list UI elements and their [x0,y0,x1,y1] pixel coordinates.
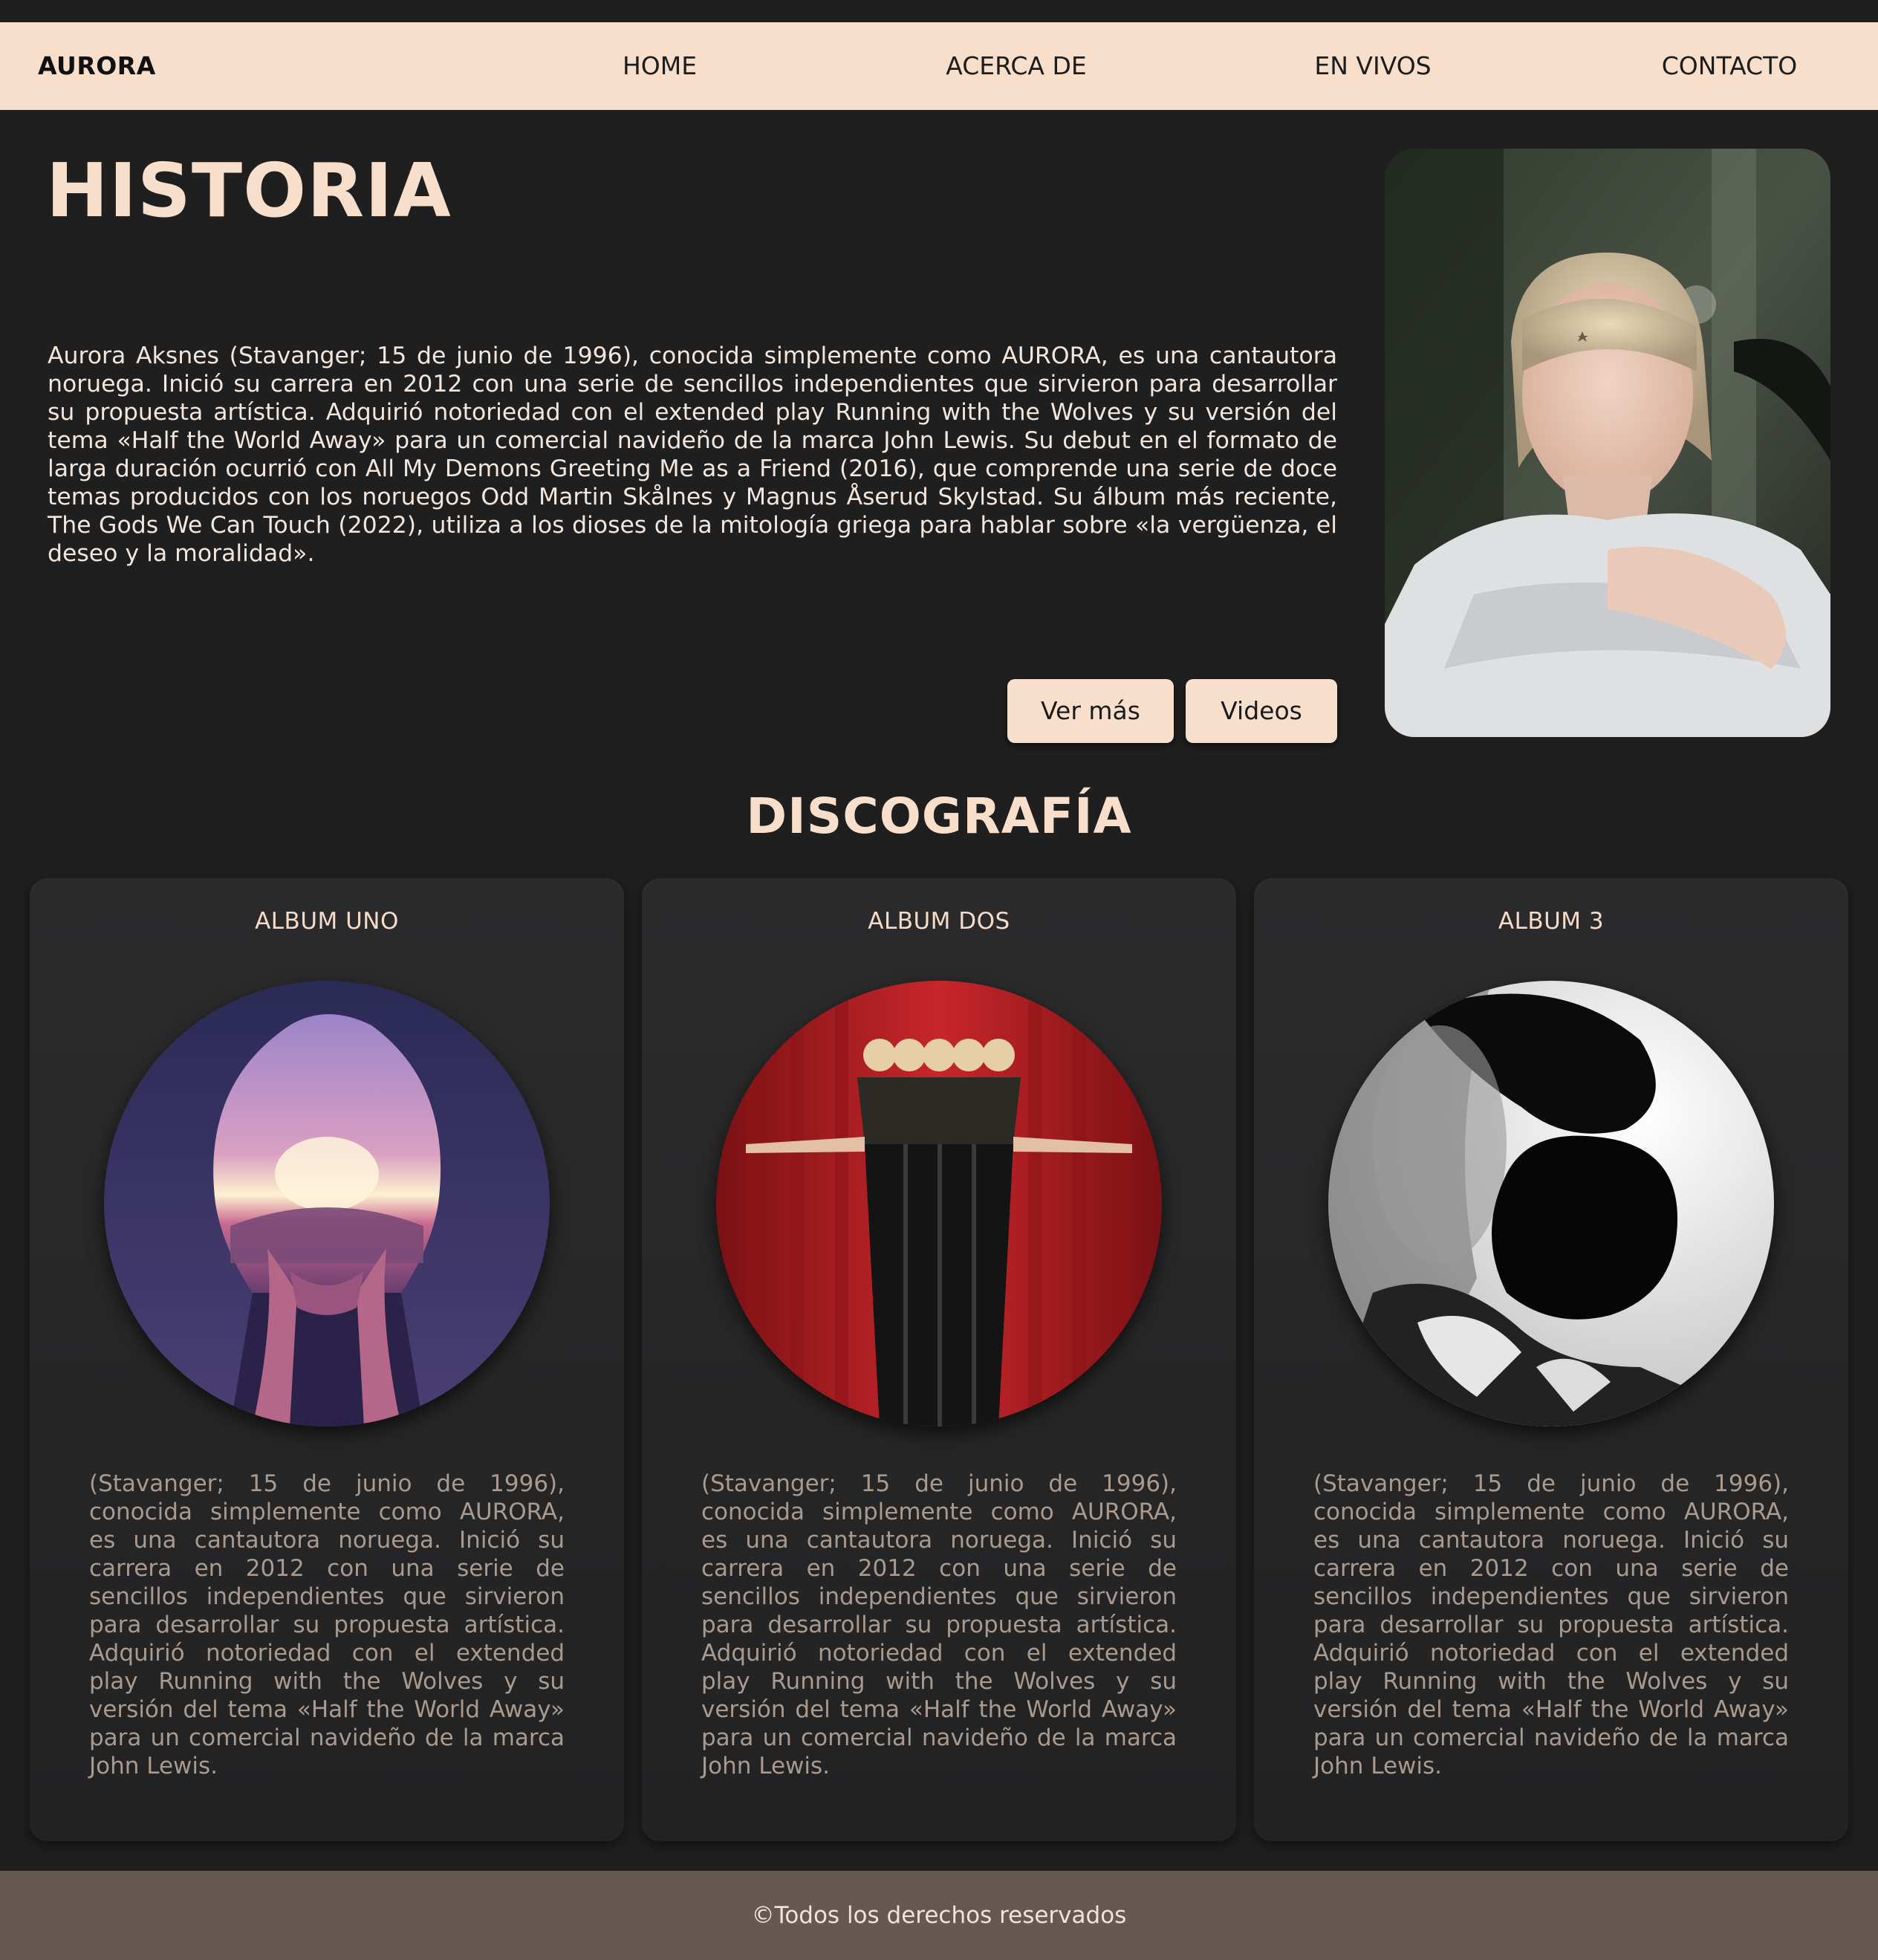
videos-button[interactable]: Videos [1186,679,1337,743]
album-description: (Stavanger; 15 de junio de 1996), conoci… [1313,1470,1789,1779]
hero-title: HISTORIA [46,147,452,234]
album-card[interactable]: ALBUM DOS (Stavanger; 15 de junio de 199… [642,878,1236,1841]
album-description: (Stavanger; 15 de junio de 1996), conoci… [89,1470,565,1779]
discography-title: DISCOGRAFÍA [746,788,1132,845]
album-card[interactable]: ALBUM UNO (Stavanger; 15 de junio de 199… [30,878,624,1841]
copyright-text: ©Todos los derechos reservados [751,1902,1127,1929]
album-title: ALBUM 3 [1498,908,1605,935]
nav-link-en-vivos[interactable]: EN VIVOS [1254,22,1492,110]
nav-link-home[interactable]: HOME [541,22,779,110]
top-strip [0,0,1878,22]
album-cover-image [716,981,1162,1427]
album-cover-image [104,981,550,1427]
navbar: AURORA HOME ACERCA DE EN VIVOS CONTACTO [0,22,1878,110]
nav-link-contacto[interactable]: CONTACTO [1611,22,1848,110]
hero-text: Aurora Aksnes (Stavanger; 15 de junio de… [48,343,1337,567]
album-title: ALBUM DOS [868,908,1010,935]
album-title: ALBUM UNO [255,908,399,935]
album-cover-image [1328,981,1774,1427]
artist-portrait-image [1385,149,1830,737]
footer: ©Todos los derechos reservados [0,1871,1878,1960]
album-card[interactable]: ALBUM 3 (Stavanger; 15 de junio de 1996)… [1254,878,1848,1841]
ver-mas-button[interactable]: Ver más [1007,679,1174,743]
nav-link-acerca-de[interactable]: ACERCA DE [897,22,1135,110]
album-description: (Stavanger; 15 de junio de 1996), conoci… [701,1470,1177,1779]
brand-logo[interactable]: AURORA [38,22,156,110]
